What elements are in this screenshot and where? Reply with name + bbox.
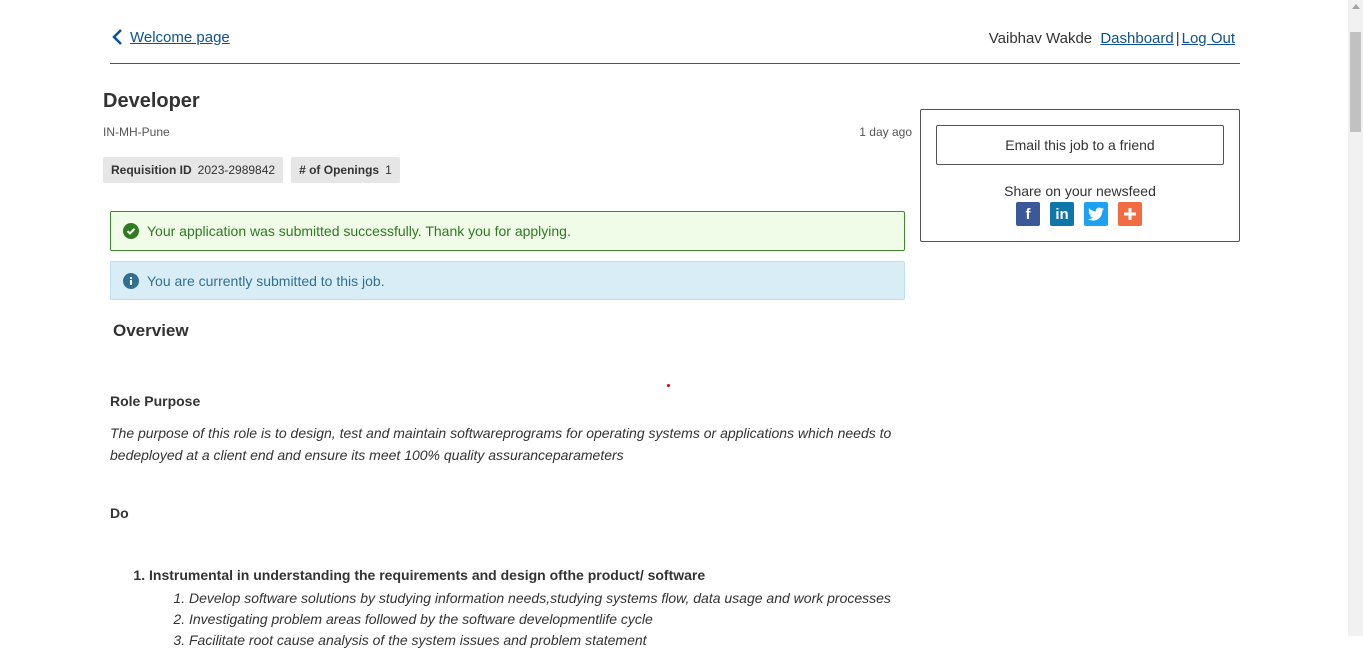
success-message: Your application was submitted successfu…	[147, 223, 571, 239]
email-job-button[interactable]: Email this job to a friend	[936, 125, 1224, 165]
check-circle-icon	[123, 223, 139, 239]
linkedin-icon[interactable]: in	[1050, 202, 1074, 226]
info-circle-icon	[123, 272, 139, 289]
sub-list-item: Facilitate root cause analysis of the sy…	[189, 630, 891, 651]
do-heading: Do	[110, 505, 129, 521]
share-label: Share on your newsfeed	[1004, 183, 1156, 199]
facebook-icon[interactable]: f	[1016, 202, 1040, 226]
nav-separator: |	[1175, 30, 1180, 47]
user-name: Vaibhav Wakde	[988, 30, 1093, 47]
logout-link[interactable]: Log Out	[1182, 30, 1235, 47]
role-purpose-heading: Role Purpose	[110, 393, 201, 409]
posted-date: 1 day ago	[859, 125, 912, 139]
job-title: Developer	[103, 90, 200, 112]
header-divider	[110, 63, 1240, 64]
list-item: Instrumental in understanding the requir…	[149, 566, 891, 651]
scrollbar-thumb[interactable]	[1350, 32, 1361, 132]
openings-value: 1	[385, 163, 392, 177]
sub-list-item: Develop software solutions by studying i…	[189, 588, 891, 609]
plus-icon	[1124, 208, 1136, 220]
top-navigation: Welcome page Vaibhav Wakde Dashboard | Log…	[110, 28, 1240, 62]
requisition-badge: Requisition ID 2023-2989842	[103, 157, 284, 183]
openings-label: # of Openings	[299, 163, 380, 177]
scroll-up-arrow-icon[interactable]	[1352, 4, 1360, 9]
openings-badge: # of Openings 1	[291, 157, 400, 183]
chevron-left-icon[interactable]	[110, 28, 126, 46]
list-item-text: Instrumental in understanding the requir…	[149, 567, 706, 583]
back-link-group[interactable]: Welcome page	[110, 28, 230, 46]
user-menu: Vaibhav Wakde Dashboard | Log Out	[989, 30, 1235, 47]
welcome-page-link[interactable]: Welcome page	[130, 29, 230, 46]
dashboard-link[interactable]: Dashboard	[1100, 30, 1173, 47]
success-alert: Your application was submitted successfu…	[110, 211, 905, 251]
requisition-label: Requisition ID	[111, 163, 192, 177]
twitter-bird-icon	[1088, 207, 1104, 221]
sub-list-item: Investigating problem areas followed by …	[189, 609, 891, 630]
info-message: You are currently submitted to this job.	[147, 272, 385, 289]
red-dot-marker	[667, 384, 670, 387]
job-badges: Requisition ID 2023-2989842 # of Openings…	[103, 157, 400, 183]
requisition-value: 2023-2989842	[197, 163, 276, 177]
share-panel: Email this job to a friend Share on your…	[920, 109, 1240, 242]
responsibilities-list: Instrumental in understanding the requir…	[110, 566, 891, 651]
info-alert: You are currently submitted to this job.	[110, 261, 905, 300]
job-location: IN-MH-Pune	[103, 125, 170, 139]
twitter-icon[interactable]	[1084, 202, 1108, 226]
vertical-scrollbar[interactable]	[1348, 0, 1363, 636]
social-links: f in	[1016, 202, 1142, 226]
addthis-plus-icon[interactable]	[1118, 202, 1142, 226]
role-purpose-text: The purpose of this role is to design, t…	[110, 425, 892, 463]
overview-heading: Overview	[113, 321, 189, 340]
